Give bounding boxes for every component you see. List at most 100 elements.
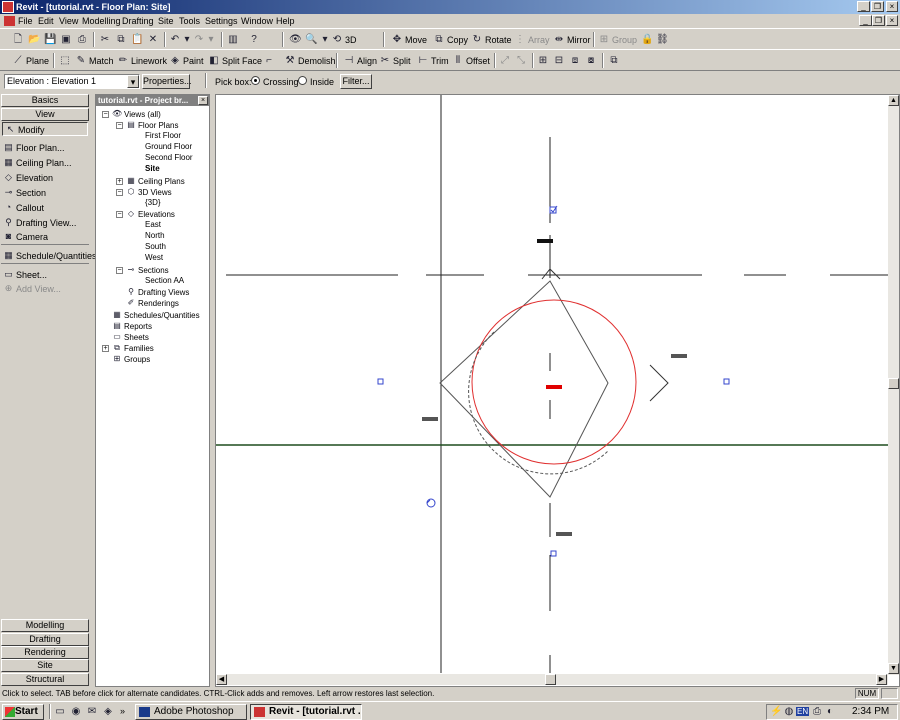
tree-reports[interactable]: ▤ Reports <box>112 321 152 331</box>
whats-this-button[interactable]: ? <box>248 31 260 48</box>
start-button[interactable]: Start <box>2 704 44 720</box>
inside-radio[interactable] <box>298 76 307 85</box>
tray-speaker-icon[interactable]: ◐ <box>824 706 836 718</box>
scroll-up-button[interactable]: ▲ <box>888 95 899 106</box>
collapse-toggle[interactable]: − <box>116 122 123 129</box>
tool-button-e[interactable]: ⧈ <box>569 52 581 69</box>
redo-dropdown[interactable]: ▾ <box>205 31 217 48</box>
paint-button[interactable]: ◈ Paint <box>169 52 203 69</box>
ceiling-plan-tool[interactable]: ▦ Ceiling Plan... <box>3 157 71 168</box>
camera-tool[interactable]: ◙ Camera <box>3 231 48 242</box>
scroll-down-button[interactable]: ▼ <box>888 663 899 674</box>
tree-floor-plan-item[interactable]: Second Floor <box>145 153 193 162</box>
link-button[interactable]: ⛓ <box>656 31 669 48</box>
tree-floor-plan-item-active[interactable]: Site <box>145 164 160 173</box>
collapse-toggle[interactable]: − <box>116 267 123 274</box>
group-button[interactable]: ⊞ Group <box>598 31 637 48</box>
collapse-toggle[interactable]: − <box>116 211 123 218</box>
offset-button[interactable]: ⫴ Offset <box>452 52 490 69</box>
vertical-scrollbar[interactable]: ▲ ▼ <box>888 95 899 675</box>
tray-globe-icon[interactable]: ◍ <box>783 706 795 718</box>
cut-button[interactable]: ✂ <box>99 31 111 48</box>
scroll-left-button[interactable]: ◀ <box>216 674 227 685</box>
project-browser-close-button[interactable]: × <box>198 96 208 105</box>
tool-button-g[interactable]: ⧉ <box>608 52 620 69</box>
drafting-view-tool[interactable]: ⚲ Drafting View... <box>3 217 76 228</box>
add-view-tool[interactable]: ⊕ Add View... <box>3 283 61 294</box>
move-button[interactable]: ✥ Move <box>391 31 427 48</box>
print-button[interactable]: ⎙ <box>76 31 88 48</box>
collapse-toggle[interactable]: − <box>102 111 109 118</box>
tree-renderings[interactable]: ✐ Renderings <box>126 298 179 308</box>
open-button[interactable]: 📂 <box>28 31 40 48</box>
tool-button-c[interactable]: ⊞ <box>537 52 549 69</box>
menu-file[interactable]: File <box>18 16 33 26</box>
save-as-button[interactable]: ▣ <box>60 31 72 48</box>
undo-button[interactable]: ↶ <box>169 31 181 48</box>
match-type-button[interactable]: ✎ Match <box>75 52 114 69</box>
menu-help[interactable]: Help <box>276 16 295 26</box>
array-button[interactable]: ⋮ Array <box>514 31 550 48</box>
horizontal-scrollbar[interactable]: ◀ ▶ <box>216 674 888 685</box>
collapse-toggle[interactable]: − <box>116 189 123 196</box>
tree-elevation-item[interactable]: East <box>145 220 161 229</box>
tree-views-all[interactable]: 👁 Views (all) <box>112 109 161 119</box>
floor-plan-canvas[interactable] <box>216 95 899 686</box>
task-adobe-photoshop[interactable]: Adobe Photoshop <box>135 704 247 720</box>
tree-elevation-item[interactable]: North <box>145 231 165 240</box>
type-selector[interactable]: Elevation : Elevation 1 <box>4 74 140 89</box>
delete-button[interactable]: ✕ <box>147 31 159 48</box>
tree-sections[interactable]: ⊸ Sections <box>126 265 169 275</box>
zoom-dropdown[interactable]: ▾ <box>319 31 331 48</box>
expand-toggle[interactable]: + <box>116 178 123 185</box>
copy-button[interactable]: ⧉ Copy <box>433 31 468 48</box>
tree-drafting-views[interactable]: ⚲ Drafting Views <box>126 287 189 297</box>
dynamic-view-button[interactable]: ⟲ 3D <box>331 31 357 48</box>
document-icon[interactable] <box>4 16 15 26</box>
tree-floor-plan-item[interactable]: First Floor <box>145 131 181 140</box>
schedule-quantities-tool[interactable]: ▦ Schedule/Quantities... <box>3 250 104 261</box>
tree-schedules[interactable]: ▦ Schedules/Quantities <box>112 310 199 320</box>
menu-site[interactable]: Site <box>158 16 174 26</box>
quicklaunch-outlook-icon[interactable]: ✉ <box>86 706 98 718</box>
tab-view[interactable]: View <box>1 108 89 121</box>
horizontal-scroll-thumb[interactable] <box>545 674 556 685</box>
tree-sheets[interactable]: ▭ Sheets <box>112 332 149 342</box>
sheet-tool[interactable]: ▭ Sheet... <box>3 269 47 280</box>
tool-button-a[interactable]: ⤢ <box>499 52 511 69</box>
tree-section-item[interactable]: Section AA <box>145 276 184 285</box>
filter-button[interactable]: Filter... <box>340 74 372 89</box>
revit-app-icon[interactable] <box>2 1 14 13</box>
section-tool[interactable]: ⊸ Section <box>3 187 46 198</box>
zoom-button[interactable]: 🔍 <box>305 31 317 48</box>
menu-view[interactable]: View <box>59 16 78 26</box>
trim-button[interactable]: ⊢ Trim <box>417 52 449 69</box>
plane-button[interactable]: ⟋ Plane <box>12 52 50 69</box>
redo-button[interactable]: ↷ <box>193 31 205 48</box>
paste-button[interactable]: 📋 <box>131 31 143 48</box>
tab-site[interactable]: Site <box>1 659 89 672</box>
doc-restore-button[interactable]: ❐ <box>872 15 885 26</box>
copy-clipboard-button[interactable]: ⧉ <box>115 31 127 48</box>
menu-window[interactable]: Window <box>241 16 273 26</box>
lock-button[interactable]: 🔒 <box>641 31 653 48</box>
quicklaunch-media-icon[interactable]: ◈ <box>102 706 114 718</box>
doc-close-button[interactable]: × <box>886 15 898 26</box>
align-button[interactable]: ⊣ Align <box>343 52 377 69</box>
thin-lines-button[interactable]: ▥ <box>227 31 239 48</box>
expand-toggle[interactable]: + <box>102 345 109 352</box>
match-button[interactable]: ⬚ <box>59 52 71 69</box>
tree-3d-views[interactable]: ⬡ 3D Views <box>126 187 172 197</box>
mirror-button[interactable]: ⇹ Mirror <box>553 31 591 48</box>
crossing-radio[interactable] <box>251 76 260 85</box>
drawing-area[interactable]: ▲ ▼ ◀ ▶ <box>215 94 900 687</box>
doc-minimize-button[interactable]: _ <box>859 15 872 26</box>
tree-elevation-item[interactable]: West <box>145 253 163 262</box>
tab-rendering[interactable]: Rendering <box>1 646 89 659</box>
scroll-right-button[interactable]: ▶ <box>876 674 887 685</box>
floor-plan-tool[interactable]: ▤ Floor Plan... <box>3 142 64 153</box>
menu-drafting[interactable]: Drafting <box>122 16 154 26</box>
save-button[interactable]: 💾 <box>44 31 56 48</box>
tree-elevation-item[interactable]: South <box>145 242 166 251</box>
properties-button[interactable]: Properties... <box>142 74 192 89</box>
